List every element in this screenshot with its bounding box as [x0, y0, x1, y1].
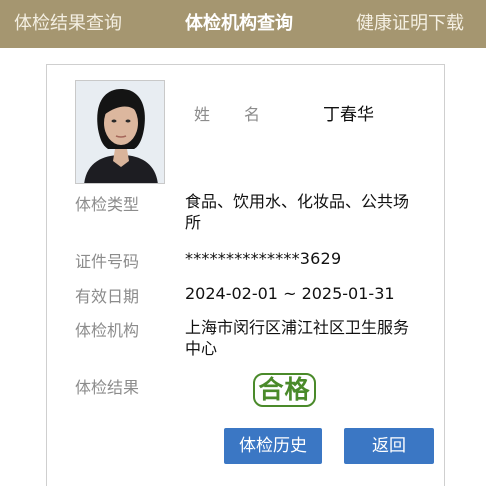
- id-number-label: 证件号码: [75, 252, 140, 271]
- exam-history-button[interactable]: 体检历史: [224, 428, 322, 464]
- name-label: 姓名: [194, 105, 295, 124]
- pass-stamp: 合格: [253, 373, 316, 407]
- exam-type-label: 体检类型: [75, 195, 140, 214]
- id-number-value: **************3629: [185, 249, 342, 268]
- tab-exam-institution-query[interactable]: 体检机构查询: [185, 0, 293, 48]
- exam-institution-value: 上海市闵行区浦江社区卫生服务中心: [185, 318, 410, 358]
- exam-result-label: 体检结果: [75, 378, 140, 397]
- tab-exam-result-query[interactable]: 体检结果查询: [14, 0, 122, 48]
- tab-health-certificate-download[interactable]: 健康证明下载: [356, 0, 464, 48]
- name-value: 丁春华: [323, 105, 374, 125]
- validity-date-value: 2024-02-01 ~ 2025-01-31: [185, 284, 395, 303]
- exam-type-value: 食品、饮用水、化妆品、公共场所: [185, 192, 410, 232]
- top-navigation-bar: 体检结果查询 体检机构查询 健康证明下载: [0, 0, 486, 48]
- validity-date-label: 有效日期: [75, 287, 140, 306]
- back-button[interactable]: 返回: [344, 428, 434, 464]
- id-photo: [75, 80, 165, 184]
- exam-institution-label: 体检机构: [75, 321, 140, 340]
- person-portrait-icon: [76, 81, 164, 183]
